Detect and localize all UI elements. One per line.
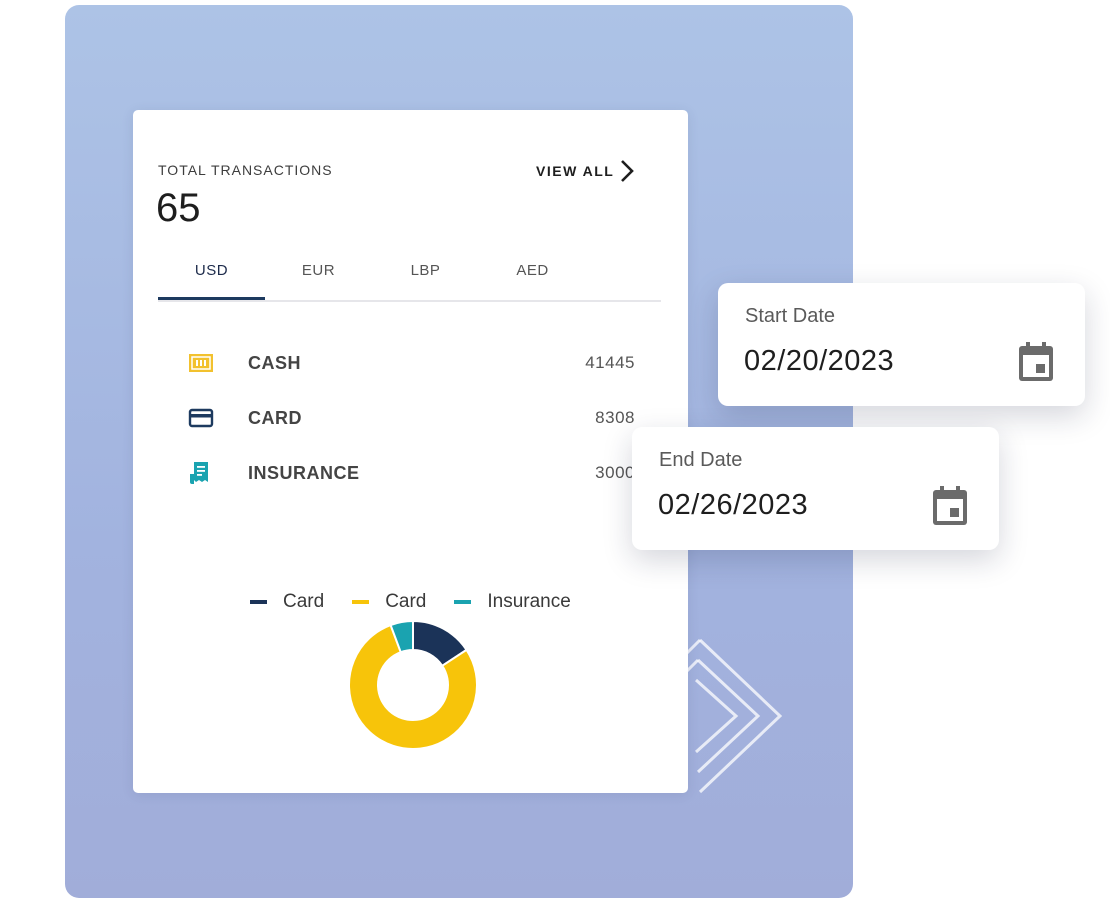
total-transactions-label: TOTAL TRANSACTIONS xyxy=(158,162,333,178)
end-date-value[interactable]: 02/26/2023 xyxy=(658,489,808,522)
active-tab-indicator xyxy=(158,297,265,300)
row-value: 41445 xyxy=(585,353,635,372)
transactions-card: TOTAL TRANSACTIONS 65 VIEW ALL USD EUR L… xyxy=(133,110,688,793)
donut-chart-svg xyxy=(348,619,478,750)
calendar-icon[interactable] xyxy=(931,485,969,527)
view-all-label: VIEW ALL xyxy=(536,163,615,179)
row-value: 8308 xyxy=(595,408,635,427)
chevron-right-icon xyxy=(621,160,635,182)
view-all-link[interactable]: VIEW ALL xyxy=(536,158,635,184)
row-name: CARD xyxy=(248,408,302,428)
tab-lbp[interactable]: LBP xyxy=(372,262,479,279)
legend-swatch xyxy=(250,600,267,604)
legend-swatch xyxy=(352,600,370,604)
legend-item[interactable]: Card xyxy=(352,591,426,613)
end-date-field[interactable]: End Date 02/26/2023 xyxy=(632,427,999,550)
legend-label: Card xyxy=(283,591,325,612)
start-date-field[interactable]: Start Date 02/20/2023 xyxy=(718,283,1085,406)
calendar-icon[interactable] xyxy=(1017,341,1055,383)
transaction-row-cash: CASH 41445 xyxy=(188,350,643,376)
row-name: INSURANCE xyxy=(248,463,360,483)
currency-tabs: USD EUR LBP AED xyxy=(158,254,661,302)
cash-icon xyxy=(189,354,213,372)
row-name: CASH xyxy=(248,353,302,373)
transaction-row-card: CARD 8308 xyxy=(188,405,643,431)
row-value: 3000 xyxy=(595,463,635,482)
end-date-label: End Date xyxy=(659,449,743,471)
legend-item[interactable]: Insurance xyxy=(454,591,571,613)
credit-card-icon xyxy=(188,408,214,428)
start-date-value[interactable]: 02/20/2023 xyxy=(744,345,894,378)
receipt-icon xyxy=(190,462,208,484)
legend-label: Card xyxy=(385,591,427,612)
legend-swatch xyxy=(454,600,472,604)
legend-label: Insurance xyxy=(487,591,571,612)
legend-item[interactable]: Card xyxy=(250,591,324,613)
chart-legend: Card Card Insurance xyxy=(250,590,599,614)
total-transactions-count: 65 xyxy=(156,186,201,230)
transaction-row-insurance: INSURANCE 3000 xyxy=(188,460,643,486)
donut-chart xyxy=(347,619,479,751)
start-date-label: Start Date xyxy=(745,305,836,327)
tab-aed[interactable]: AED xyxy=(479,262,586,279)
tab-usd[interactable]: USD xyxy=(158,262,265,279)
tab-eur[interactable]: EUR xyxy=(265,262,372,279)
